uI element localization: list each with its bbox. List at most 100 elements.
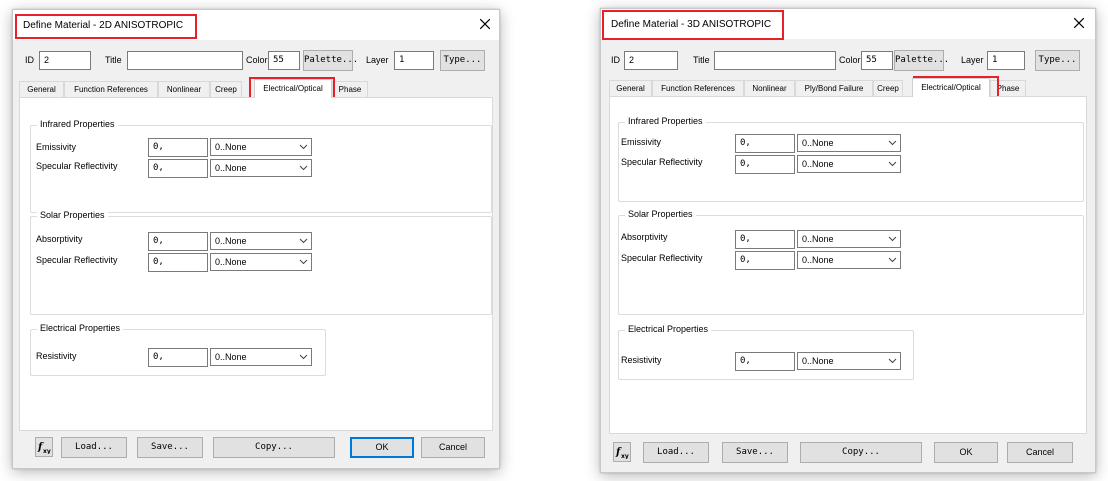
title-bar[interactable]: Define Material - 2D ANISOTROPIC <box>13 10 499 40</box>
copy-button[interactable]: Copy... <box>213 437 335 458</box>
fxy-function-icon: f xy <box>615 447 629 460</box>
absorptivity-input[interactable]: 0, <box>735 230 795 249</box>
type-button[interactable]: Type... <box>1035 50 1080 71</box>
layer-label: Layer <box>366 55 389 65</box>
tab-strip: General Function References Nonlinear Cr… <box>19 79 493 98</box>
emissivity-input[interactable]: 0, <box>148 138 208 157</box>
id-input[interactable]: 2 <box>624 51 678 70</box>
palette-button[interactable]: Palette... <box>894 50 949 71</box>
save-button[interactable]: Save... <box>722 442 788 463</box>
absorptivity-label: Absorptivity <box>36 234 83 244</box>
tab-creep[interactable]: Creep <box>873 80 903 96</box>
resistivity-input[interactable]: 0, <box>735 352 795 371</box>
function-button[interactable]: f xy <box>35 437 53 457</box>
emissivity-function-select[interactable]: 0..None <box>210 138 312 156</box>
select-value: 0..None <box>215 352 247 362</box>
emissivity-input[interactable]: 0, <box>735 134 795 153</box>
group-title: Solar Properties <box>625 209 696 219</box>
group-title: Electrical Properties <box>625 324 712 334</box>
emissivity-function-select[interactable]: 0..None <box>797 134 901 152</box>
tab-ply-bond-failure[interactable]: Ply/Bond Failure <box>795 80 873 96</box>
color-label: Color <box>839 55 861 65</box>
specular-reflectivity-input[interactable]: 0, <box>148 159 208 178</box>
specular-reflectivity-function-select[interactable]: 0..None <box>210 159 312 177</box>
load-button[interactable]: Load... <box>643 442 709 463</box>
chevron-down-icon <box>888 236 897 242</box>
title-bar[interactable]: Define Material - 3D ANISOTROPIC <box>601 9 1095 39</box>
layer-input[interactable]: 1 <box>394 51 434 70</box>
save-button[interactable]: Save... <box>137 437 203 458</box>
tab-creep[interactable]: Creep <box>210 81 242 97</box>
emissivity-label: Emissivity <box>621 137 661 147</box>
chevron-down-icon <box>299 238 308 244</box>
id-label: ID <box>611 55 620 65</box>
chevron-down-icon <box>888 161 897 167</box>
solar-properties-group: Solar Properties Absorptivity 0, 0..None… <box>30 210 492 315</box>
specular-reflectivity-input[interactable]: 0, <box>735 155 795 174</box>
select-value: 0..None <box>215 236 247 246</box>
color-input[interactable]: 55 <box>268 51 300 70</box>
chevron-down-icon <box>299 354 308 360</box>
specular-reflectivity-label: Specular Reflectivity <box>36 161 118 171</box>
specular-reflectivity-label: Specular Reflectivity <box>621 157 703 167</box>
chevron-down-icon <box>299 144 308 150</box>
solar-properties-group: Solar Properties Absorptivity 0, 0..None… <box>618 209 1084 315</box>
absorptivity-label: Absorptivity <box>621 232 668 242</box>
group-title: Electrical Properties <box>37 323 124 333</box>
tab-electrical-optical[interactable]: Electrical/Optical <box>912 78 990 97</box>
tab-nonlinear[interactable]: Nonlinear <box>744 80 795 96</box>
electrical-properties-group: Electrical Properties Resistivity 0, 0..… <box>30 323 326 376</box>
electrical-optical-panel: Infrared Properties Emissivity 0, 0..Non… <box>609 96 1087 434</box>
resistivity-input[interactable]: 0, <box>148 348 208 367</box>
load-button[interactable]: Load... <box>61 437 127 458</box>
function-button[interactable]: f xy <box>613 442 631 462</box>
close-button[interactable] <box>479 15 493 31</box>
emissivity-label: Emissivity <box>36 142 76 152</box>
ok-button[interactable]: OK <box>934 442 998 463</box>
chevron-down-icon <box>888 358 897 364</box>
absorptivity-function-select[interactable]: 0..None <box>797 230 901 248</box>
resistivity-function-select[interactable]: 0..None <box>797 352 901 370</box>
specular-reflectivity-label: Specular Reflectivity <box>36 255 118 265</box>
title-input[interactable] <box>714 51 836 70</box>
svg-text:xy: xy <box>43 448 51 454</box>
tab-nonlinear[interactable]: Nonlinear <box>158 81 210 97</box>
copy-button[interactable]: Copy... <box>800 442 922 463</box>
select-value: 0..None <box>215 257 247 267</box>
type-button[interactable]: Type... <box>440 50 485 71</box>
tab-electrical-optical[interactable]: Electrical/Optical <box>254 79 332 98</box>
tab-phase[interactable]: Phase <box>990 80 1026 96</box>
id-input[interactable]: 2 <box>39 51 91 70</box>
title-input[interactable] <box>127 51 243 70</box>
electrical-properties-group: Electrical Properties Resistivity 0, 0..… <box>618 324 914 380</box>
group-title: Infrared Properties <box>625 116 706 126</box>
tab-phase[interactable]: Phase <box>332 81 368 97</box>
cancel-button[interactable]: Cancel <box>1007 442 1073 463</box>
resistivity-label: Resistivity <box>36 351 77 361</box>
close-button[interactable] <box>1073 14 1087 30</box>
specular-reflectivity-input[interactable]: 0, <box>735 251 795 270</box>
tab-general[interactable]: General <box>609 80 652 96</box>
specular-reflectivity-label: Specular Reflectivity <box>621 253 703 263</box>
color-input[interactable]: 55 <box>861 51 893 70</box>
absorptivity-input[interactable]: 0, <box>148 232 208 251</box>
select-value: 0..None <box>215 142 247 152</box>
tab-function-references[interactable]: Function References <box>652 80 744 96</box>
specular-reflectivity-function-select[interactable]: 0..None <box>797 155 901 173</box>
absorptivity-function-select[interactable]: 0..None <box>210 232 312 250</box>
specular-reflectivity-function-select[interactable]: 0..None <box>797 251 901 269</box>
palette-button[interactable]: Palette... <box>303 50 358 71</box>
dialog-title: Define Material - 3D ANISOTROPIC <box>611 19 772 30</box>
define-material-3d-dialog: Define Material - 3D ANISOTROPIC ID 2 Ti… <box>600 8 1096 473</box>
layer-input[interactable]: 1 <box>987 51 1025 70</box>
resistivity-function-select[interactable]: 0..None <box>210 348 312 366</box>
title-label: Title <box>105 55 122 65</box>
specular-reflectivity-function-select[interactable]: 0..None <box>210 253 312 271</box>
tab-general[interactable]: General <box>19 81 64 97</box>
tab-function-references[interactable]: Function References <box>64 81 158 97</box>
specular-reflectivity-input[interactable]: 0, <box>148 253 208 272</box>
ok-button[interactable]: OK <box>350 437 414 458</box>
tab-strip: General Function References Nonlinear Pl… <box>609 78 1087 97</box>
cancel-button[interactable]: Cancel <box>421 437 485 458</box>
title-label: Title <box>693 55 710 65</box>
